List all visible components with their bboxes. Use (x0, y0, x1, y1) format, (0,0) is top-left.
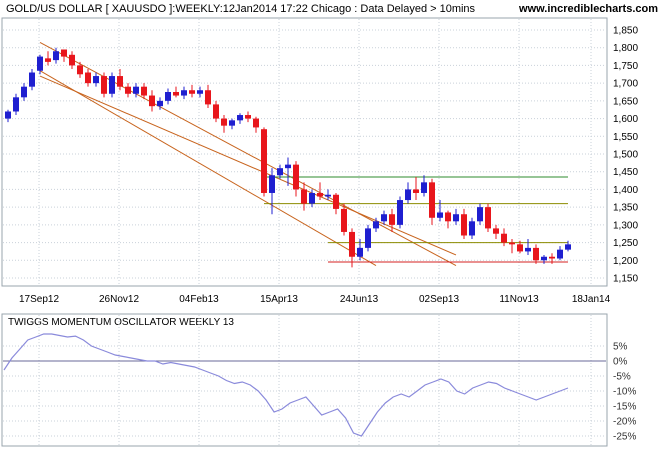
date-tick-label: 02Sep13 (419, 294, 459, 305)
date-tick-label: 15Apr13 (260, 294, 298, 305)
price-tick-label: 1,550 (613, 132, 638, 143)
date-tick-label: 17Sep12 (19, 294, 59, 305)
price-tick-label: 1,350 (613, 203, 638, 214)
price-tick-label: 1,700 (613, 79, 638, 90)
oscillator-title: TWIGGS MOMENTUM OSCILLATOR WEEKLY 13 (8, 317, 234, 328)
oscillator-tick-label: -20% (613, 417, 636, 428)
price-tick-label: 1,150 (613, 274, 638, 285)
price-candle (101, 72, 107, 98)
oscillator-tick-label: 0% (613, 357, 628, 368)
date-tick-label: 04Feb13 (179, 294, 219, 305)
date-tick-label: 11Nov13 (499, 294, 539, 305)
price-candle (397, 196, 403, 229)
price-tick-label: 1,850 (613, 26, 638, 37)
price-tick-label: 1,200 (613, 256, 638, 267)
oscillator-tick-label: -10% (613, 387, 636, 398)
price-tick-label: 1,800 (613, 43, 638, 54)
oscillator-tick-label: -15% (613, 402, 636, 413)
price-plot-area (1, 17, 608, 287)
site-name[interactable]: www.incrediblecharts.com (518, 3, 658, 15)
date-tick-label: 26Nov12 (99, 294, 139, 305)
price-tick-label: 1,500 (613, 150, 638, 161)
price-tick-label: 1,300 (613, 220, 638, 231)
date-tick-label: 18Jan14 (572, 294, 611, 305)
date-x-axis: 17Sep12 26Nov12 04Feb13 15Apr13 24Jun13 02Sep… (19, 294, 611, 305)
price-candle (109, 72, 115, 98)
oscillator-y-axis: 5% 0% -5% -10% -15% -20% -25% (613, 342, 636, 443)
price-tick-label: 1,600 (613, 114, 638, 125)
oscillator-tick-label: 5% (613, 342, 628, 353)
price-tick-label: 1,650 (613, 96, 638, 107)
oscillator-plot-area (1, 313, 608, 447)
price-tick-label: 1,750 (613, 61, 638, 72)
price-candle (485, 203, 491, 232)
oscillator-tick-label: -25% (613, 432, 636, 443)
date-tick-label: 24Jun13 (340, 294, 379, 305)
price-y-axis: 1,850 1,800 1,750 1,700 1,650 1,600 1,550 1,500… (613, 26, 638, 285)
price-tick-label: 1,250 (613, 238, 638, 249)
price-tick-label: 1,450 (613, 167, 638, 178)
price-tick-label: 1,400 (613, 185, 638, 196)
price-candle (365, 224, 371, 252)
chart-figure: GOLD/US DOLLAR [ XAUUSDO ]:WEEKLY:12Jan2… (1, 3, 658, 447)
price-candle (261, 127, 267, 197)
chart-title: GOLD/US DOLLAR [ XAUUSDO ]:WEEKLY:12Jan2… (6, 3, 476, 15)
oscillator-tick-label: -5% (613, 372, 631, 383)
